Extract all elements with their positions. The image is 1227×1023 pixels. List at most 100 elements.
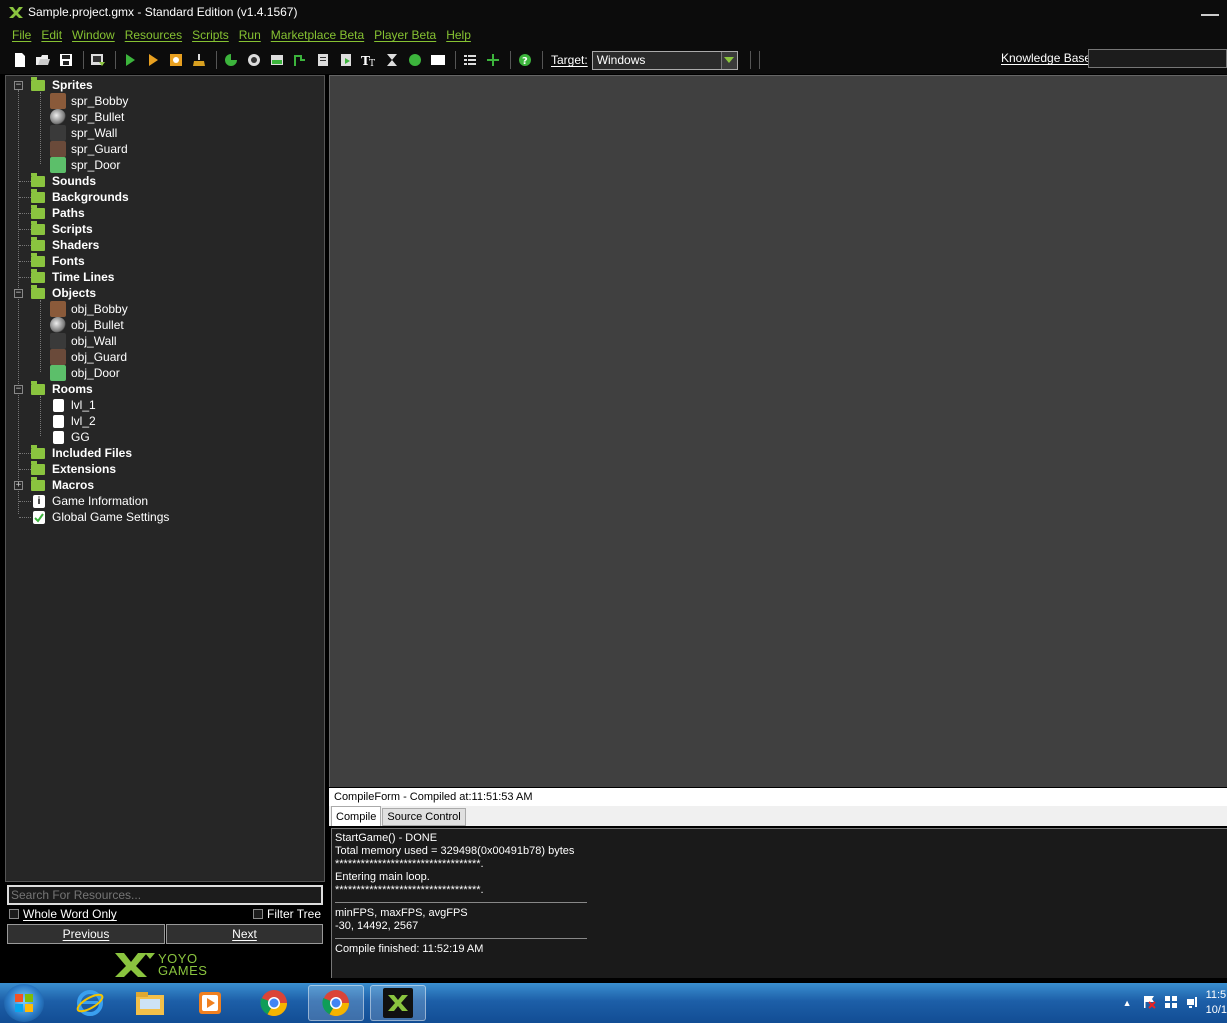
tree-folder-sprites[interactable]: Sprites (31, 76, 93, 93)
menu-edit[interactable]: Edit (41, 28, 62, 42)
help-icon[interactable]: ? (515, 50, 535, 70)
tree-folder-sounds[interactable]: Sounds (31, 172, 96, 189)
menu-scripts[interactable]: Scripts (192, 28, 229, 42)
run-icon[interactable] (120, 50, 140, 70)
sprite-icon[interactable] (221, 50, 241, 70)
tree-item-obj-wall[interactable]: obj_Wall (50, 333, 117, 349)
filter-tree-option[interactable]: Filter Tree (253, 906, 321, 922)
macros-expand-toggle[interactable]: + (14, 481, 23, 490)
background-icon[interactable] (267, 50, 287, 70)
volume-icon[interactable] (1186, 995, 1200, 1012)
tree-item-spr-guard[interactable]: spr_Guard (50, 141, 128, 157)
open-folder-icon[interactable] (33, 50, 53, 70)
rooms-collapse-toggle[interactable]: − (14, 385, 23, 394)
workspace-area[interactable] (329, 75, 1227, 787)
knowledge-base-input[interactable] (1088, 49, 1227, 68)
tab-compile[interactable]: Compile (331, 806, 382, 826)
room-icon (53, 430, 64, 444)
network-icon[interactable] (1164, 995, 1178, 1012)
room-icon[interactable] (428, 50, 448, 70)
sprites-collapse-toggle[interactable]: − (14, 81, 23, 90)
action-center-flag-icon[interactable] (1142, 995, 1156, 1012)
folder-icon (31, 444, 45, 459)
menu-resources[interactable]: Resources (125, 28, 182, 42)
tree-item-room-gg[interactable]: GG (50, 429, 90, 445)
tree-item-obj-guard[interactable]: obj_Guard (50, 349, 127, 365)
folder-icon (31, 76, 45, 91)
font-icon[interactable]: TT (359, 50, 379, 70)
tree-connector (19, 469, 31, 470)
tree-folder-label: Shaders (52, 238, 100, 252)
compile-form-header: CompileForm - Compiled at:11:51:53 AM (329, 788, 1227, 806)
tab-source-control[interactable]: Source Control (382, 808, 466, 826)
clean-icon[interactable] (189, 50, 209, 70)
tree-guide-line (40, 92, 41, 164)
tree-item-spr-wall[interactable]: spr_Wall (50, 125, 117, 141)
menu-window[interactable]: Window (72, 28, 115, 42)
tree-item-spr-bobby[interactable]: spr_Bobby (50, 93, 128, 109)
media-player-icon[interactable] (182, 985, 238, 1021)
add-extension-icon[interactable] (483, 50, 503, 70)
tree-folder-paths[interactable]: Paths (31, 204, 85, 221)
tree-item-obj-door[interactable]: obj_Door (50, 365, 120, 381)
menu-marketplace[interactable]: Marketplace Beta (271, 28, 364, 42)
whole-word-checkbox[interactable] (9, 909, 19, 919)
tree-folder-shaders[interactable]: Shaders (31, 236, 100, 253)
tree-folder-label: Included Files (52, 446, 133, 460)
save-icon[interactable] (56, 50, 76, 70)
internet-explorer-icon[interactable] (62, 985, 118, 1021)
path-icon[interactable] (290, 50, 310, 70)
tree-folder-objects[interactable]: Objects (31, 284, 96, 301)
chrome-window-icon[interactable] (308, 985, 364, 1021)
sound-icon[interactable] (244, 50, 264, 70)
menu-help[interactable]: Help (446, 28, 471, 42)
taskbar-clock[interactable]: 11:5 10/1 (1206, 988, 1227, 1018)
tree-folder-scripts[interactable]: Scripts (31, 220, 93, 237)
menu-player[interactable]: Player Beta (374, 28, 436, 42)
tree-folder-fonts[interactable]: Fonts (31, 252, 85, 269)
timeline-icon[interactable] (382, 50, 402, 70)
tree-folder-macros[interactable]: Macros (31, 476, 94, 493)
shader-icon[interactable] (336, 50, 356, 70)
start-button[interactable] (4, 984, 44, 1022)
previous-button[interactable]: Previous (7, 924, 165, 944)
guard-object-icon (50, 349, 66, 365)
gamemaker-taskbar-icon[interactable] (370, 985, 426, 1021)
tree-item-obj-bobby[interactable]: obj_Bobby (50, 301, 128, 317)
chevron-down-icon[interactable] (720, 51, 737, 69)
tree-folder-included-files[interactable]: Included Files (31, 444, 133, 461)
tree-item-spr-door[interactable]: spr_Door (50, 157, 120, 173)
debug-icon[interactable] (143, 50, 163, 70)
menu-file[interactable]: File (12, 28, 31, 42)
tree-folder-extensions[interactable]: Extensions (31, 460, 116, 477)
objects-collapse-toggle[interactable]: − (14, 289, 23, 298)
script-icon[interactable] (313, 50, 333, 70)
tree-item-spr-bullet[interactable]: spr_Bullet (50, 109, 124, 125)
minimize-button[interactable] (1197, 6, 1223, 18)
tree-folder-rooms[interactable]: Rooms (31, 380, 93, 397)
menu-run[interactable]: Run (239, 28, 261, 42)
new-file-icon[interactable] (10, 50, 30, 70)
tree-item-room-lvl2[interactable]: lvl_2 (50, 413, 96, 429)
tree-folder-backgrounds[interactable]: Backgrounds (31, 188, 129, 205)
tree-item-room-lvl1[interactable]: lvl_1 (50, 397, 96, 413)
resource-search-input[interactable] (7, 885, 323, 905)
object-icon[interactable] (405, 50, 425, 70)
whole-word-only-option[interactable]: Whole Word Only (9, 906, 117, 922)
tree-folder-label: Time Lines (52, 270, 115, 284)
tree-item-obj-bullet[interactable]: obj_Bullet (50, 317, 124, 333)
game-settings-icon[interactable] (460, 50, 480, 70)
file-explorer-icon[interactable] (122, 985, 178, 1021)
tree-folder-timelines[interactable]: Time Lines (31, 268, 115, 285)
tree-item-label: lvl_1 (71, 398, 96, 412)
tree-item-game-information[interactable]: i Game Information (33, 493, 148, 509)
target-select[interactable]: Windows (591, 50, 738, 70)
filter-tree-checkbox[interactable] (253, 909, 263, 919)
tree-item-global-game-settings[interactable]: Global Game Settings (33, 509, 169, 525)
next-button[interactable]: Next (166, 924, 323, 944)
tree-folder-label: Paths (52, 206, 85, 220)
stop-icon[interactable] (166, 50, 186, 70)
show-hidden-icons-icon[interactable]: ▲ (1123, 998, 1132, 1008)
chrome-icon[interactable] (246, 985, 302, 1021)
export-icon[interactable] (88, 50, 108, 70)
